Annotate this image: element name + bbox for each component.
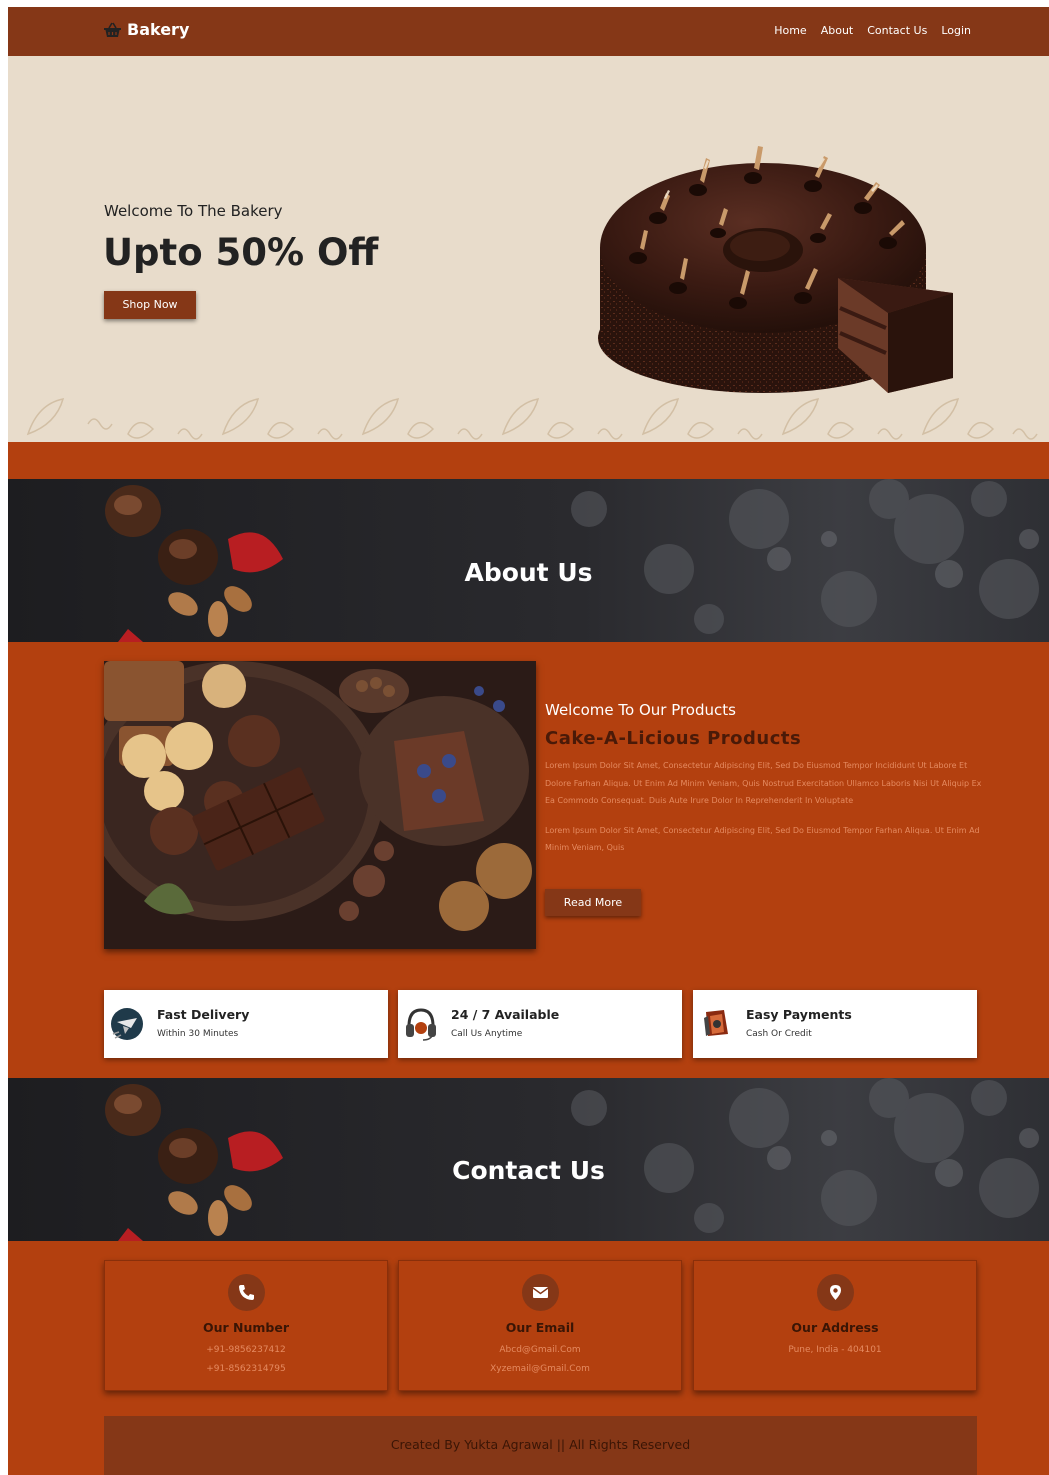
- hero-section: Welcome To The Bakery Upto 50% Off Shop …: [8, 56, 1049, 442]
- contact-card-title: Our Email: [505, 1320, 575, 1335]
- headset-icon: [406, 1008, 436, 1041]
- contact-card-address: Our Address Pune, India - 404101: [693, 1260, 977, 1391]
- about-banner: About Us: [8, 479, 1049, 642]
- brand-name: Bakery: [127, 20, 190, 39]
- contact-card-phone: Our Number +91-9856237412 +91-8562314795: [104, 1260, 388, 1391]
- nav-link-home[interactable]: Home: [774, 24, 806, 37]
- address-line: Pune, India - 404101: [788, 1345, 882, 1355]
- about-paragraph-2: Lorem Ipsum Dolor Sit Amet, Consectetur …: [545, 825, 980, 853]
- brand-logo[interactable]: Bakery: [104, 20, 189, 39]
- about-heading: Cake-A-Licious Products: [545, 728, 802, 749]
- about-paragraph-1: Lorem Ipsum Dolor Sit Amet, Consectetur …: [545, 761, 982, 805]
- feature-subtitle: Call Us Anytime: [451, 1029, 523, 1039]
- feature-subtitle: Within 30 Minutes: [157, 1029, 239, 1039]
- desserts-photo: [104, 661, 536, 949]
- contact-card-email: Our Email Abcd@Gmail.Com Xyzemail@Gmail.…: [398, 1260, 682, 1391]
- feature-subtitle: Cash Or Credit: [746, 1029, 812, 1039]
- nav-link-contact[interactable]: Contact Us: [867, 24, 927, 37]
- contact-banner-title: Contact Us: [452, 1156, 605, 1185]
- phone-number-1[interactable]: +91-9856237412: [105, 1345, 387, 1355]
- products-image: [104, 661, 536, 949]
- phone-icon: [239, 1285, 254, 1300]
- nav-link-about[interactable]: About: [821, 24, 854, 37]
- page: Bakery Home About Contact Us Login Welco…: [8, 7, 1049, 1475]
- about-welcome-text: Welcome To Our Products: [545, 701, 736, 719]
- navbar: Bakery Home About Contact Us Login: [8, 7, 1049, 56]
- wallet-icon: [704, 1010, 728, 1036]
- leaf-pattern-decoration: [26, 398, 1038, 440]
- about-text-block: Welcome To Our Products Cake-A-Licious P…: [545, 701, 985, 857]
- feature-card-support: 24 / 7 Available Call Us Anytime: [398, 990, 682, 1058]
- shop-now-button[interactable]: Shop Now: [104, 291, 196, 319]
- footer-text: Created By Yukta Agrawal || All Rights R…: [390, 1437, 691, 1452]
- hero-title: Upto 50% Off: [103, 231, 379, 274]
- envelope-icon-circle: [522, 1274, 559, 1311]
- envelope-icon: [532, 1287, 549, 1298]
- email-2[interactable]: Xyzemail@Gmail.Com: [399, 1364, 681, 1374]
- basket-icon: [104, 22, 121, 37]
- nav-link-login[interactable]: Login: [941, 24, 971, 37]
- feature-title: Fast Delivery: [157, 1007, 250, 1022]
- email-1[interactable]: Abcd@Gmail.Com: [399, 1345, 681, 1355]
- delivery-icon: [111, 1008, 143, 1040]
- nav-links: Home About Contact Us Login: [774, 24, 971, 37]
- hero-subtitle: Welcome To The Bakery: [104, 202, 283, 220]
- feature-title: 24 / 7 Available: [451, 1007, 560, 1022]
- footer: Created By Yukta Agrawal || All Rights R…: [104, 1416, 977, 1475]
- about-banner-title: About Us: [464, 558, 593, 587]
- feature-card-delivery: Fast Delivery Within 30 Minutes: [104, 990, 388, 1058]
- contact-banner: Contact Us: [8, 1078, 1049, 1241]
- read-more-button[interactable]: Read More: [545, 889, 641, 916]
- chocolate-cake-image: [598, 146, 953, 393]
- map-pin-icon: [830, 1285, 841, 1300]
- feature-title: Easy Payments: [746, 1007, 852, 1022]
- feature-card-payments: Easy Payments Cash Or Credit: [693, 990, 977, 1058]
- contact-card-title: Our Address: [791, 1320, 879, 1335]
- phone-icon-circle: [228, 1274, 265, 1311]
- map-pin-icon-circle: [817, 1274, 854, 1311]
- contact-card-title: Our Number: [202, 1320, 290, 1335]
- phone-number-2[interactable]: +91-8562314795: [105, 1364, 387, 1374]
